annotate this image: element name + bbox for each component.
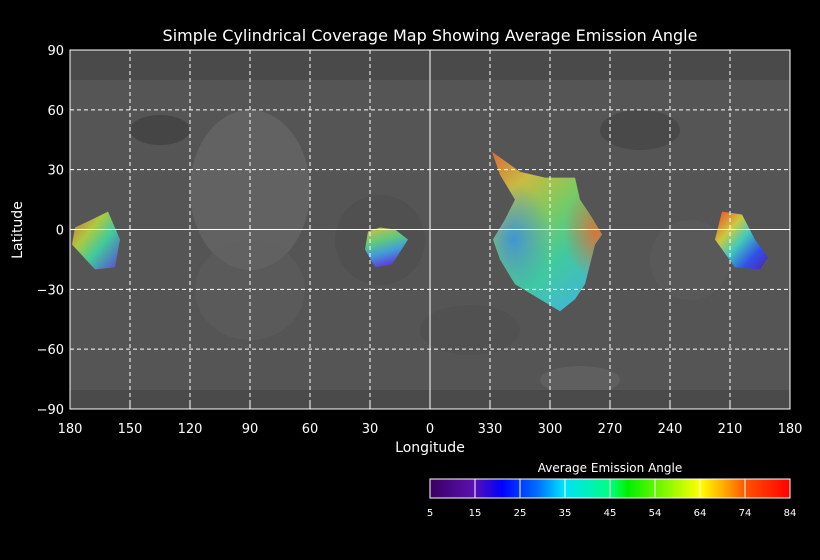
y-tick-label: 30 [47,164,64,179]
y-tick-label: 60 [47,104,64,119]
x-tick-label: 180 [778,422,803,437]
colorbar-title: Average Emission Angle [538,461,682,475]
y-axis-label: Latitude [10,201,26,259]
colorbar-tick-label: 5 [427,508,433,519]
x-tick-label: 120 [178,422,203,437]
y-tick-label: 90 [47,44,64,59]
y-axis-ticks: 90 60 30 0 −30 −60 −90 [37,44,64,418]
x-tick-label: 150 [118,422,143,437]
x-tick-label: 180 [58,422,83,437]
y-tick-label: −30 [37,283,64,298]
colorbar-tick-label: 45 [604,508,617,519]
colorbar-tick-label: 84 [784,508,797,519]
y-tick-label: −90 [37,403,64,418]
colorbar: Average Emission Angle 5 15 25 35 45 54 64 74 84 [427,461,797,519]
x-tick-label: 240 [658,422,683,437]
chart-title: Simple Cylindrical Coverage Map Showing … [163,26,698,45]
x-tick-label: 90 [242,422,259,437]
x-tick-label: 0 [426,422,434,437]
x-tick-label: 30 [362,422,379,437]
y-tick-label: 0 [56,224,64,239]
colorbar-tick-label: 74 [739,508,752,519]
x-tick-label: 300 [538,422,563,437]
colorbar-tick-label: 54 [649,508,662,519]
colorbar-tick-label: 25 [514,508,527,519]
colorbar-tick-label: 15 [469,508,482,519]
x-tick-label: 60 [302,422,319,437]
colorbar-tick-label: 64 [694,508,707,519]
x-tick-label: 210 [718,422,743,437]
y-tick-label: −60 [37,343,64,358]
x-axis-label: Longitude [395,440,465,456]
coverage-map-chart: Simple Cylindrical Coverage Map Showing … [10,26,803,519]
x-tick-label: 270 [598,422,623,437]
x-tick-label: 330 [478,422,503,437]
colorbar-tick-label: 35 [559,508,572,519]
